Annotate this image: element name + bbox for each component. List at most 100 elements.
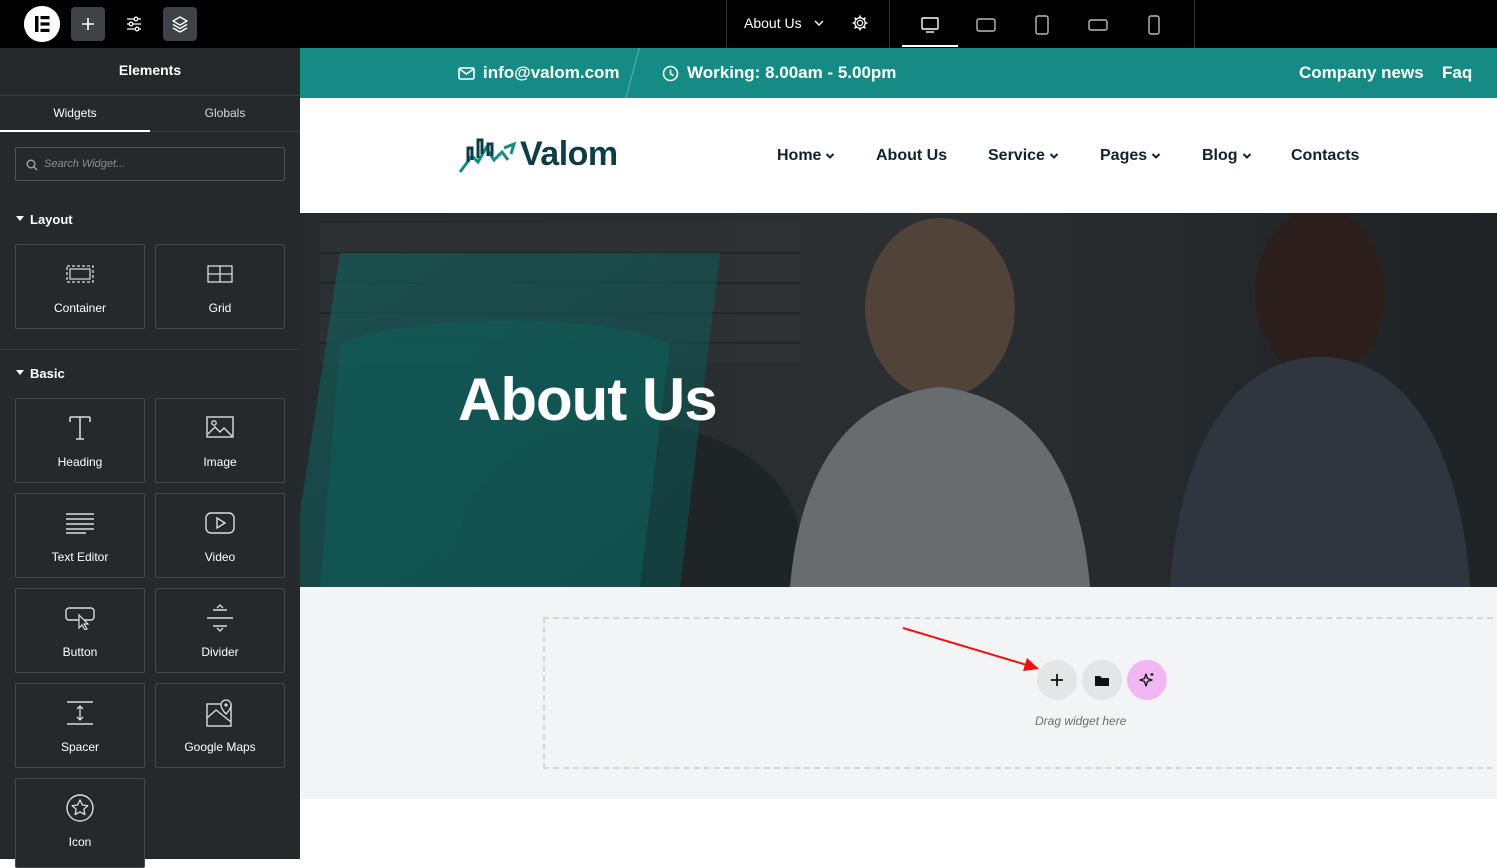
section-basic-toggle[interactable]: Basic (16, 366, 65, 381)
widget-image[interactable]: Image (155, 398, 285, 483)
tab-globals[interactable]: Globals (150, 96, 300, 132)
search-input[interactable] (44, 156, 274, 172)
button-icon (16, 603, 144, 633)
clock-icon (662, 65, 679, 81)
google-maps-icon (156, 698, 284, 728)
chevron-down-icon (1049, 153, 1059, 159)
section-title: Basic (30, 366, 65, 381)
desktop-icon[interactable] (917, 12, 943, 38)
nav-label: Service (988, 147, 1045, 164)
widget-text-editor[interactable]: Text Editor (15, 493, 145, 578)
image-icon (156, 413, 284, 443)
widget-container[interactable]: Container (15, 244, 145, 329)
chevron-down-icon (1151, 153, 1161, 159)
working-hours: Working: 8.00am - 5.00pm (662, 63, 896, 83)
star-icon (16, 793, 144, 823)
chevron-down-icon (813, 16, 825, 32)
widget-label: Divider (201, 645, 239, 659)
ai-button[interactable] (1127, 660, 1167, 700)
add-element-button[interactable] (71, 7, 105, 41)
widget-label: Heading (57, 455, 103, 469)
panel-title: Elements (118, 62, 182, 78)
drop-hint: Drag widget here (1035, 714, 1127, 728)
mobile-icon[interactable] (1141, 12, 1167, 38)
section-layout-toggle[interactable]: Layout (16, 212, 73, 227)
widget-label: Google Maps (184, 740, 256, 754)
widget-label: Text Editor (51, 550, 109, 564)
page-selector[interactable]: About Us (726, 0, 890, 48)
widget-label: Video (204, 550, 236, 564)
envelope-icon (458, 66, 475, 80)
section-title: Layout (30, 212, 73, 227)
container-icon (16, 259, 144, 289)
widget-icon[interactable]: Icon (15, 778, 145, 868)
template-library-button[interactable] (1082, 660, 1122, 700)
editor-topbar: About Us (0, 0, 1497, 48)
nav-contacts[interactable]: Contacts (1291, 147, 1359, 165)
tab-widgets[interactable]: Widgets (0, 96, 150, 132)
brand-name: Valom (520, 134, 618, 173)
plus-icon (82, 18, 94, 30)
site-topbar: info@valom.com Working: 8.00am - 5.00pm … (300, 48, 1497, 106)
structure-button[interactable] (163, 7, 197, 41)
caret-down-icon (16, 370, 24, 376)
nav-label: Contacts (1291, 147, 1360, 164)
heading-icon (16, 413, 144, 443)
hero-banner: About Us (300, 213, 1497, 587)
widget-video[interactable]: Video (155, 493, 285, 578)
add-section-dropzone[interactable]: Drag widget here (543, 617, 1497, 769)
nav-label: Pages (1100, 147, 1148, 164)
widget-label: Container (53, 301, 107, 315)
hours-text: Working: 8.00am - 5.00pm (687, 63, 897, 82)
divider (0, 349, 300, 350)
widget-label: Image (203, 455, 237, 469)
text-editor-icon (16, 508, 144, 538)
tablet-landscape-icon[interactable] (1085, 12, 1111, 38)
editor-canvas: Drag widget here (300, 587, 1497, 799)
nav-home[interactable]: Home (777, 147, 835, 165)
spacer-icon (16, 698, 144, 728)
grid-icon (156, 259, 284, 289)
nav-label: Home (777, 147, 822, 164)
faq-link[interactable]: Faq (1442, 63, 1472, 83)
red-arrow-annotation (902, 627, 1039, 671)
layers-icon (172, 16, 188, 33)
elementor-logo-icon[interactable] (24, 6, 60, 42)
video-icon (156, 508, 284, 538)
nav-about-us[interactable]: About Us (876, 147, 947, 165)
widget-label: Button (62, 645, 98, 659)
nav-blog[interactable]: Blog (1202, 147, 1252, 165)
email-link[interactable]: info@valom.com (458, 63, 620, 83)
laptop-icon[interactable] (973, 12, 999, 38)
widget-grid[interactable]: Grid (155, 244, 285, 329)
site-header: Valom Home About Us Service Pages Blog C… (300, 98, 1497, 213)
nav-label: About Us (876, 147, 948, 164)
widget-label: Grid (208, 301, 232, 315)
active-device-indicator (902, 45, 958, 47)
page-title: About Us (458, 366, 718, 433)
company-news-link[interactable]: Company news (1299, 63, 1424, 83)
nav-label: Blog (1202, 147, 1238, 164)
chevron-down-icon (1242, 153, 1251, 159)
tablet-icon[interactable] (1029, 12, 1055, 38)
widget-button[interactable]: Button (15, 588, 145, 673)
widget-heading[interactable]: Heading (15, 398, 145, 483)
widget-search (15, 147, 285, 181)
nav-service[interactable]: Service (988, 147, 1059, 165)
nav-pages[interactable]: Pages (1100, 147, 1161, 165)
page-settings-gear-icon[interactable] (851, 14, 869, 35)
widget-spacer[interactable]: Spacer (15, 683, 145, 768)
add-section-button[interactable] (1037, 660, 1077, 700)
add-section-icon (1051, 674, 1063, 686)
divider-icon (156, 603, 284, 633)
widget-divider[interactable]: Divider (155, 588, 285, 673)
caret-down-icon (16, 216, 24, 222)
ai-sparkle-icon (1139, 673, 1154, 687)
responsive-mode-switcher (890, 0, 1195, 48)
template-library-icon (1095, 675, 1109, 686)
search-icon (26, 158, 38, 176)
widget-google-maps[interactable]: Google Maps (155, 683, 285, 768)
site-settings-button[interactable] (117, 7, 151, 41)
site-logo[interactable]: Valom (458, 134, 618, 174)
valom-logo-icon (458, 138, 516, 173)
